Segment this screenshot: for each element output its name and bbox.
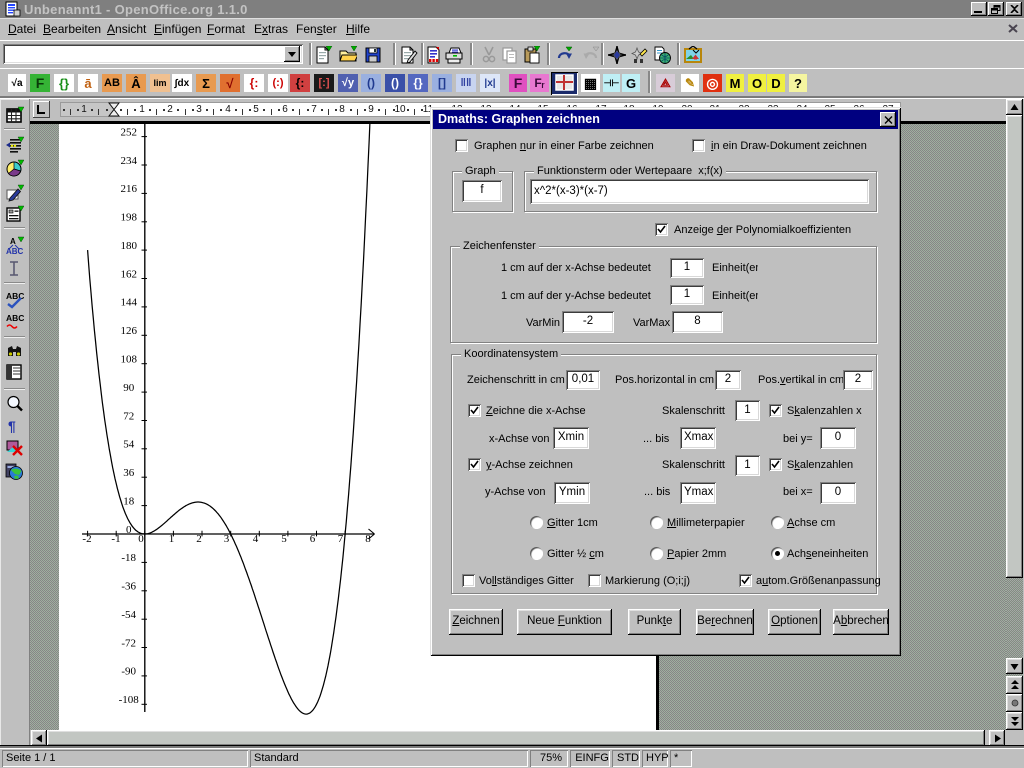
svg-text:4: 4 [253,533,259,545]
svg-text:54: 54 [123,439,135,451]
svg-text:90: 90 [123,382,135,394]
svg-text:A: A [10,237,16,246]
svg-text:198: 198 [120,212,137,224]
svg-text:252: 252 [120,126,137,138]
svg-text:36: 36 [123,467,135,479]
svg-text:-36: -36 [121,581,136,593]
svg-text:180: 180 [120,240,137,252]
svg-text:-1: -1 [111,533,120,545]
svg-text:18: 18 [123,495,135,507]
svg-text:-108: -108 [119,694,140,706]
svg-text:-2: -2 [82,533,91,545]
svg-text:-18: -18 [121,552,136,564]
svg-text:162: 162 [120,268,137,280]
svg-text:2: 2 [196,533,202,545]
svg-text:3: 3 [224,533,230,545]
svg-text:1: 1 [169,533,175,545]
svg-text:ABC: ABC [6,313,24,323]
svg-text:ABC: ABC [6,291,24,301]
svg-text:126: 126 [120,325,137,337]
svg-text:6: 6 [310,533,316,545]
svg-text:234: 234 [120,155,137,167]
svg-text:¶: ¶ [8,418,16,434]
svg-text:0: 0 [126,524,132,536]
svg-text:5: 5 [281,533,287,545]
svg-text:216: 216 [120,183,137,195]
svg-text:108: 108 [120,354,137,366]
svg-text:8: 8 [365,533,371,545]
svg-text:72: 72 [123,410,134,422]
svg-text:7: 7 [338,533,344,545]
svg-text:-54: -54 [121,609,136,621]
svg-text:144: 144 [120,297,137,309]
svg-text:0: 0 [138,533,144,545]
svg-text:-72: -72 [121,637,136,649]
svg-text:ABC: ABC [6,247,24,255]
svg-text:-90: -90 [121,666,136,678]
